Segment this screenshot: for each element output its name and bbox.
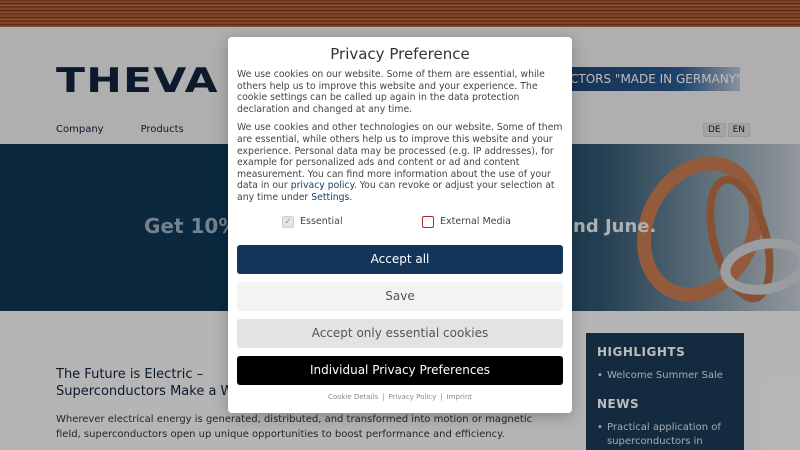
external-media-label: External Media bbox=[440, 216, 511, 228]
external-media-checkbox[interactable]: External Media bbox=[422, 215, 511, 228]
accept-essential-button[interactable]: Accept only essential cookies bbox=[237, 318, 563, 348]
save-button[interactable]: Save bbox=[237, 281, 563, 311]
cookie-details-link[interactable]: Cookie Details bbox=[328, 393, 378, 401]
checkmark-icon: ✓ bbox=[282, 215, 294, 228]
imprint-link[interactable]: Imprint bbox=[447, 393, 472, 401]
separator: | bbox=[382, 392, 385, 401]
privacy-preference-dialog: Privacy Preference We use cookies on our… bbox=[228, 37, 572, 413]
privacy-policy-link[interactable]: privacy policy bbox=[291, 180, 354, 191]
cookie-category-checkboxes: ✓ Essential External Media bbox=[237, 211, 563, 228]
paragraph-text: . bbox=[349, 191, 353, 203]
settings-link[interactable]: Settings bbox=[311, 192, 349, 203]
accept-all-button[interactable]: Accept all bbox=[237, 244, 563, 274]
dialog-footer-links: Cookie Details | Privacy Policy | Imprint bbox=[237, 393, 563, 401]
essential-checkbox[interactable]: ✓ Essential bbox=[282, 215, 343, 228]
dialog-title: Privacy Preference bbox=[330, 45, 470, 63]
privacy-policy-footer-link[interactable]: Privacy Policy bbox=[389, 393, 437, 401]
essential-label: Essential bbox=[300, 216, 343, 228]
separator: | bbox=[440, 392, 443, 401]
individual-preferences-button[interactable]: Individual Privacy Preferences bbox=[237, 355, 563, 385]
cookie-notice-paragraph: We use cookies on our website. Some of t… bbox=[237, 69, 545, 115]
data-processing-paragraph: We use cookies and other technologies on… bbox=[237, 122, 563, 203]
checkbox-icon bbox=[422, 215, 435, 228]
